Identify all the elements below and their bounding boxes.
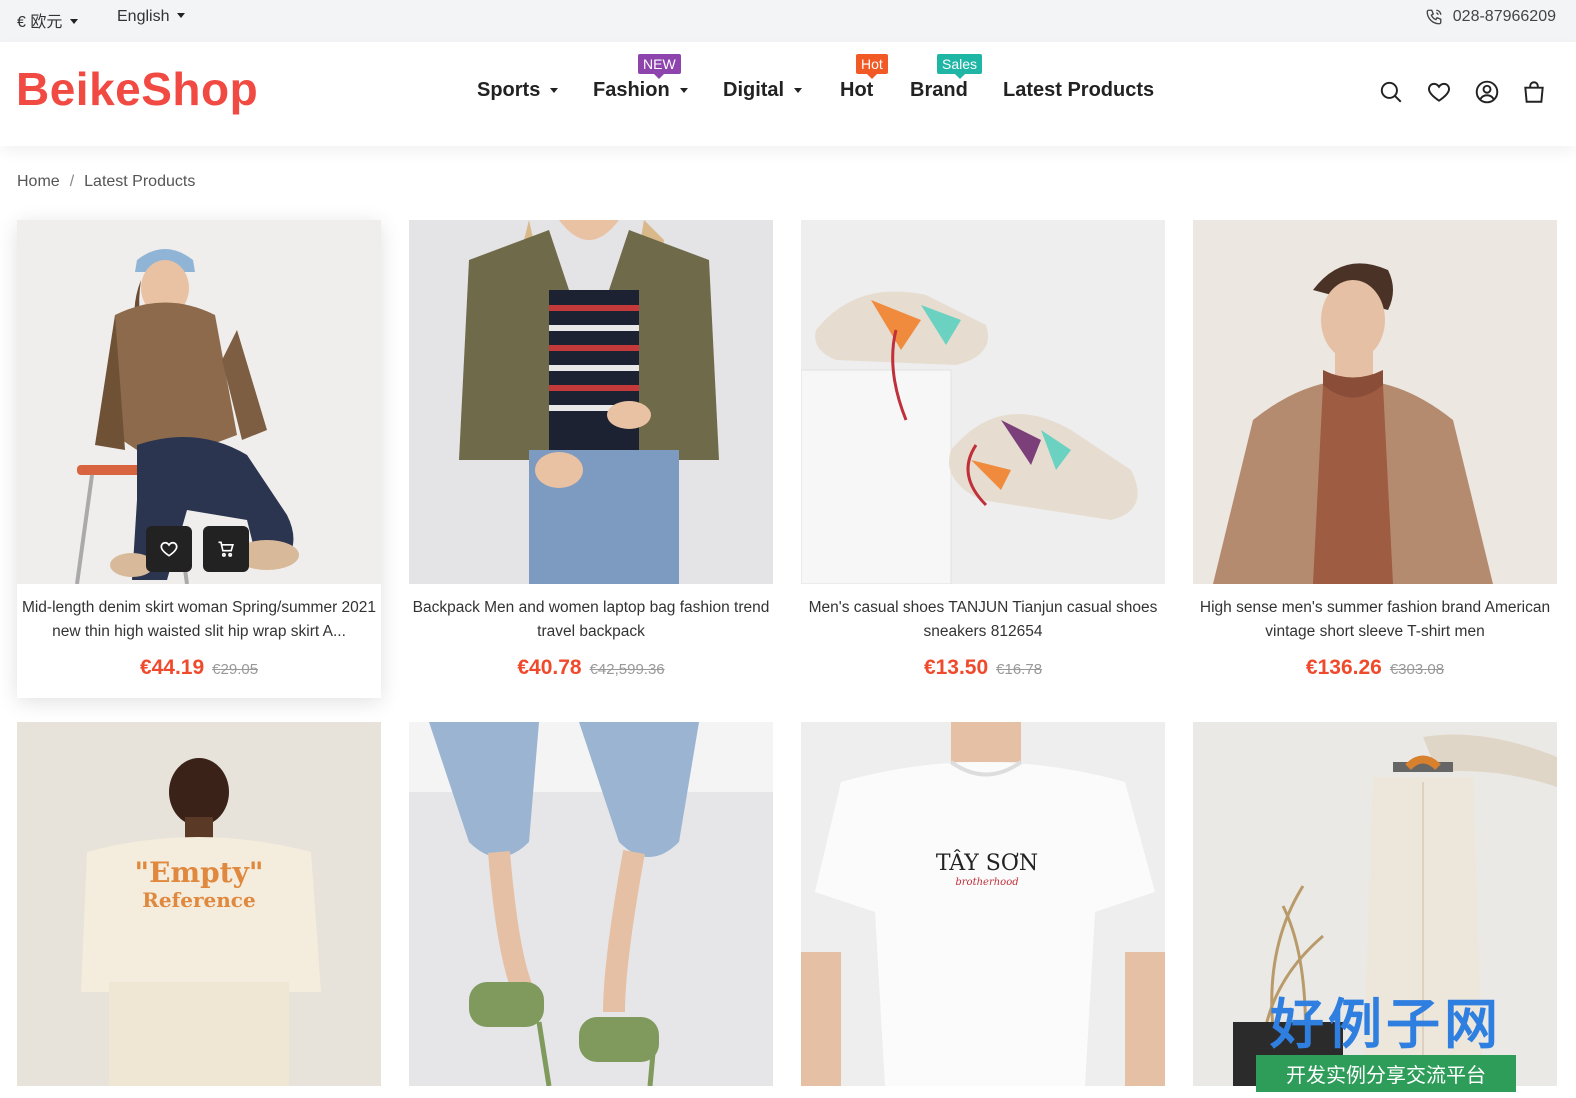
heart-icon	[160, 541, 178, 557]
nav-latest-products[interactable]: Latest Products	[1003, 79, 1154, 102]
product-card[interactable]: "Empty" Reference	[17, 722, 381, 1086]
badge-sales: Sales	[937, 54, 983, 79]
nav-label: Hot	[840, 79, 874, 101]
breadcrumb-home-link[interactable]: Home	[17, 173, 60, 190]
product-title[interactable]: Backpack Men and women laptop bag fashio…	[411, 596, 771, 644]
badge-label: NEW	[643, 56, 676, 72]
product-price: €44.19	[139, 656, 205, 679]
product-image[interactable]	[409, 220, 773, 584]
watermark-logo: 好例子网 开发实例分享交流平台	[1256, 980, 1516, 1092]
shirt-print-line1: "Empty"	[135, 856, 264, 889]
badge-label: Sales	[942, 56, 978, 72]
shirt-print-line2: brotherhood	[955, 877, 1018, 888]
nav-digital[interactable]: Digital	[723, 79, 803, 102]
breadcrumb: Home / Latest Products	[17, 173, 195, 191]
product-card[interactable]: Mid-length denim skirt woman Spring/summ…	[17, 220, 381, 698]
shirt-print-line2: Reference	[142, 888, 255, 912]
top-bar: € 欧元 English 028-87966209	[0, 0, 1576, 42]
phone-contact: 028-87966209	[1425, 8, 1556, 26]
chevron-down-icon	[177, 13, 186, 18]
chevron-down-icon	[550, 88, 559, 93]
nav-sports[interactable]: Sports	[477, 79, 559, 102]
nav-fashion[interactable]: Fashion	[593, 79, 688, 102]
product-card[interactable]: High sense men's summer fashion brand Am…	[1193, 220, 1557, 698]
product-image[interactable]	[409, 722, 773, 1086]
product-title[interactable]: High sense men's summer fashion brand Am…	[1195, 596, 1555, 644]
product-image[interactable]: "Empty" Reference	[17, 722, 381, 1086]
cart-icon	[218, 541, 234, 557]
watermark-subtitle: 开发实例分享交流平台	[1256, 1055, 1516, 1092]
breadcrumb-current: Latest Products	[84, 173, 196, 190]
product-title[interactable]: Mid-length denim skirt woman Spring/summ…	[19, 596, 379, 644]
badge-hot: Hot	[856, 54, 888, 79]
product-old-price: €29.05	[212, 661, 259, 678]
language-label: English	[117, 8, 170, 25]
badge-label: Hot	[861, 56, 883, 72]
product-prices: €44.19 €29.05	[17, 656, 381, 692]
chevron-down-icon	[794, 88, 803, 93]
nav-label: Fashion	[593, 79, 670, 101]
product-price: €40.78	[517, 656, 582, 679]
product-old-price: €16.78	[996, 661, 1043, 678]
product-image[interactable]: TÂY SƠN brotherhood	[801, 722, 1165, 1086]
product-price: €136.26	[1305, 656, 1382, 679]
product-title[interactable]: Men's casual shoes TANJUN Tianjun casual…	[803, 596, 1163, 644]
nav-label: Digital	[723, 79, 785, 101]
cart-icon[interactable]	[1521, 79, 1547, 105]
phone-icon	[1426, 9, 1442, 25]
product-card[interactable]	[409, 722, 773, 1086]
add-to-cart-button[interactable]	[203, 526, 249, 572]
product-image[interactable]	[801, 220, 1165, 584]
watermark-title: 好例子网	[1270, 995, 1502, 1055]
shirt-print-line1: TÂY SƠN	[936, 849, 1038, 876]
phone-number: 028-87966209	[1452, 8, 1556, 25]
product-card[interactable]: TÂY SƠN brotherhood	[801, 722, 1165, 1086]
nav-label: Brand	[910, 79, 968, 101]
nav-label: Latest Products	[1003, 79, 1155, 101]
currency-selector[interactable]: € 欧元	[17, 8, 79, 32]
product-prices: €13.50 €16.78	[801, 656, 1165, 692]
language-selector[interactable]: English	[117, 8, 186, 26]
search-icon[interactable]	[1378, 79, 1404, 105]
product-prices: €40.78 €42,599.36	[409, 656, 773, 692]
product-image[interactable]	[17, 220, 381, 584]
badge-new: NEW	[638, 54, 681, 79]
product-old-price: €303.08	[1389, 661, 1445, 678]
product-price: €13.50	[923, 656, 989, 679]
site-logo[interactable]: BeikeShop	[16, 62, 258, 116]
product-card[interactable]: Backpack Men and women laptop bag fashio…	[409, 220, 773, 698]
product-old-price: €42,599.36	[589, 661, 665, 678]
account-icon[interactable]	[1474, 79, 1500, 105]
nav-brand[interactable]: Brand	[910, 79, 968, 102]
product-image[interactable]	[1193, 220, 1557, 584]
add-to-wishlist-button[interactable]	[146, 526, 192, 572]
nav-label: Sports	[477, 79, 541, 101]
heart-icon[interactable]	[1426, 79, 1452, 105]
product-card[interactable]: Men's casual shoes TANJUN Tianjun casual…	[801, 220, 1165, 698]
chevron-down-icon	[70, 19, 79, 24]
product-prices: €136.26 €303.08	[1193, 656, 1557, 692]
main-header: BeikeShop Sports NEW Fashion Digital Hot…	[0, 42, 1576, 146]
chevron-down-icon	[679, 88, 688, 93]
currency-label: € 欧元	[17, 14, 63, 31]
nav-hot[interactable]: Hot	[840, 79, 873, 102]
breadcrumb-separator: /	[69, 173, 75, 190]
